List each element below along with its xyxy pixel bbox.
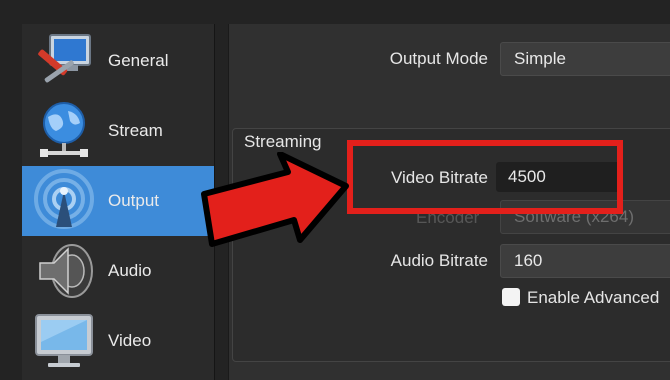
sidebar-item-general[interactable]: General [22,26,214,96]
streaming-group-title: Streaming [244,132,322,151]
audio-bitrate-value: 160 [514,251,543,270]
sidebar-item-label: Video [108,331,152,350]
output-mode-select[interactable]: Simple [500,42,670,76]
output-mode-label: Output Mode [389,49,488,68]
sidebar-item-output[interactable]: Output [22,166,214,236]
speaker-icon [32,239,96,303]
sidebar-item-audio[interactable]: Audio [22,236,214,306]
sidebar-item-label: Audio [108,261,152,280]
sidebar-item-stream[interactable]: Stream [22,96,214,166]
sidebar-item-video[interactable]: Video [22,306,214,376]
audio-bitrate-label: Audio Bitrate [390,251,488,270]
sidebar-item-label: Stream [108,121,163,140]
settings-sidebar: General Stream Output Audio Video [22,24,215,380]
sidebar-item-label: Output [108,191,160,210]
broadcast-antenna-icon [32,169,96,233]
sidebar-item-label: General [108,51,169,70]
wrench-screwdriver-monitor-icon [32,29,96,93]
enable-advanced-label[interactable]: Enable Advanced [527,288,659,308]
settings-window: General Stream Output Audio Video Output… [0,0,670,380]
audio-bitrate-select[interactable]: 160 [500,244,670,278]
monitor-icon [32,309,96,373]
globe-network-icon [32,99,96,163]
red-arrow-icon [201,152,349,247]
video-bitrate-highlight-box [347,140,623,214]
enable-advanced-checkbox[interactable] [502,288,520,306]
output-mode-value: Simple [514,49,566,68]
